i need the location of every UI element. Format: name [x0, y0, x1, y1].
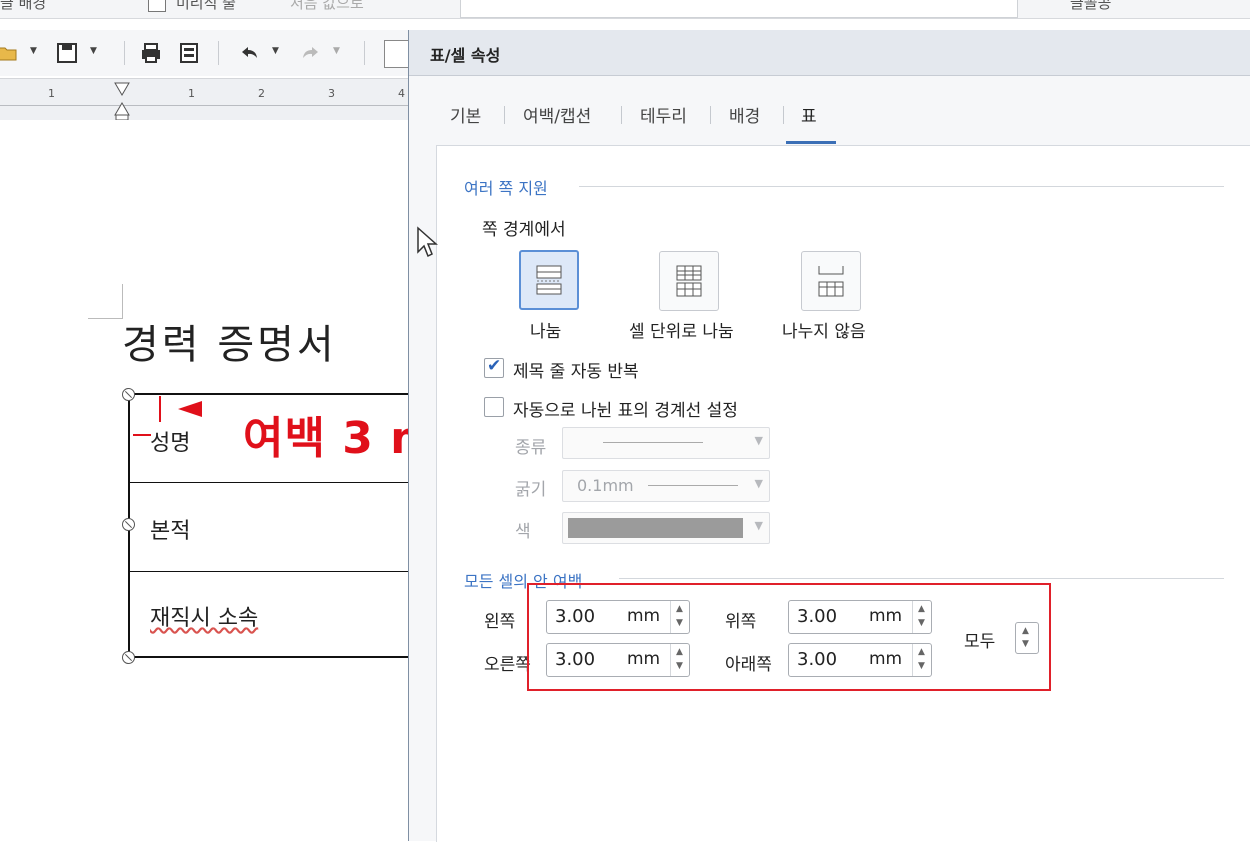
- ruler-tick-label: 4: [398, 87, 405, 100]
- table-row-divider: [128, 482, 410, 483]
- ruler: 1 1 2 3 4: [0, 78, 410, 122]
- table-row-divider: [128, 571, 410, 572]
- main-toolbar: ▼ ▼ ▼ ▼: [0, 30, 410, 76]
- section-divider: [579, 186, 1224, 187]
- preview-icon[interactable]: [178, 42, 200, 64]
- tab-border[interactable]: 테두리: [640, 102, 687, 127]
- undo-icon[interactable]: [238, 42, 260, 64]
- section-title-multipage: 여러 쪽 지원: [464, 179, 548, 198]
- tab-basic[interactable]: 기본: [450, 102, 481, 127]
- margin-left-label: 왼쪽: [484, 612, 516, 632]
- split-option-divide-button[interactable]: [519, 250, 579, 310]
- dialog-tabs: 기본 여백/캡션 테두리 배경 표: [409, 76, 1250, 146]
- ruler-tick-label: 1: [48, 87, 55, 100]
- active-tab-indicator: [786, 141, 836, 144]
- border-color-label: 색: [515, 522, 531, 542]
- margin-indicator-line: [159, 396, 161, 422]
- line-thickness-preview: [648, 485, 738, 486]
- mouse-cursor-icon: [417, 226, 438, 258]
- toolbar-combobox[interactable]: [460, 0, 1018, 18]
- tab-background[interactable]: 배경: [729, 102, 760, 127]
- top-toolbar: 글 배경 미리직 줄 처음 값으로 글꼴공: [0, 0, 1250, 19]
- table-cell-department[interactable]: 재직시 소속: [150, 600, 258, 632]
- indent-marker-icon[interactable]: [113, 81, 131, 121]
- border-type-label: 종류: [515, 438, 547, 458]
- table-split-icon: [536, 265, 562, 295]
- checkbox-icon[interactable]: [148, 0, 166, 12]
- ruler-tick-label: 2: [258, 87, 265, 100]
- table-anchor-icon[interactable]: [122, 651, 135, 664]
- ruler-tick-label: 1: [188, 87, 195, 100]
- ruler-tick-label: 3: [328, 87, 335, 100]
- table-cell-origin[interactable]: 본적: [150, 513, 190, 545]
- table-cell-name[interactable]: 성명: [150, 425, 190, 457]
- split-option-cell-unit-button[interactable]: [659, 251, 719, 311]
- table-border-top: [128, 393, 410, 395]
- tab-table[interactable]: 표: [801, 102, 817, 127]
- ruler-scale: [0, 105, 410, 114]
- split-option-cell-unit-label: 셀 단위로 나눔: [629, 322, 734, 342]
- highlight-box: [527, 583, 1051, 691]
- border-type-select[interactable]: ▼: [562, 427, 770, 459]
- redo-icon[interactable]: [300, 42, 322, 64]
- table-cell-split-icon: [676, 265, 702, 297]
- border-thickness-select[interactable]: 0.1mm ▼: [562, 470, 770, 502]
- split-option-none-button[interactable]: [801, 251, 861, 311]
- toolbar-item-background[interactable]: 글 배경: [0, 0, 46, 13]
- chevron-down-icon[interactable]: ▼: [333, 46, 340, 56]
- chevron-down-icon: ▼: [754, 434, 763, 447]
- repeat-header-label[interactable]: 제목 줄 자동 반복: [513, 357, 639, 382]
- chevron-down-icon[interactable]: ▼: [272, 46, 279, 56]
- align-button[interactable]: [384, 40, 410, 68]
- table-cell-properties-dialog: 표/셀 속성 기본 여백/캡션 테두리 배경 표 여러 쪽 지원 쪽 경계에서 …: [408, 30, 1250, 842]
- tab-separator: [710, 106, 711, 124]
- separator: [124, 41, 125, 65]
- dialog-title: 표/셀 속성: [430, 46, 501, 65]
- document-title[interactable]: 경력 증명서: [122, 312, 337, 370]
- document-canvas[interactable]: [0, 120, 410, 841]
- chevron-down-icon: ▼: [754, 477, 763, 490]
- table-no-split-icon: [818, 266, 844, 297]
- separator: [364, 41, 365, 65]
- split-option-none-label: 나누지 않음: [782, 322, 866, 342]
- table-anchor-icon[interactable]: [122, 518, 135, 531]
- color-swatch: [568, 518, 743, 538]
- dialog-title-bar[interactable]: 표/셀 속성: [409, 30, 1250, 76]
- checkmark-icon: ✔: [487, 356, 502, 376]
- tab-margin-caption[interactable]: 여백/캡션: [523, 102, 591, 127]
- split-option-divide-label: 나눔: [530, 322, 562, 342]
- line-style-preview: [603, 442, 703, 443]
- chevron-down-icon[interactable]: ▼: [30, 46, 37, 56]
- margin-indicator-line: [133, 434, 151, 436]
- chevron-down-icon: ▼: [754, 519, 763, 532]
- border-color-select[interactable]: ▼: [562, 512, 770, 544]
- page-corner-marker: [88, 284, 123, 319]
- tab-separator: [621, 106, 622, 124]
- tab-separator: [504, 106, 505, 124]
- page-boundary-label: 쪽 경계에서: [482, 220, 566, 240]
- print-icon[interactable]: [140, 42, 162, 64]
- border-thickness-value: 0.1mm: [577, 476, 634, 495]
- margin-right-label: 오른쪽: [484, 655, 531, 675]
- separator: [218, 41, 219, 65]
- repeat-header-checkbox[interactable]: ✔: [484, 356, 504, 378]
- auto-border-label[interactable]: 자동으로 나뉜 표의 경계선 설정: [513, 396, 738, 421]
- chevron-down-icon[interactable]: ▼: [90, 46, 97, 56]
- toolbar-item-preview-line[interactable]: 미리직 줄: [176, 0, 236, 13]
- red-arrow-icon: [178, 401, 202, 417]
- table-anchor-icon[interactable]: [122, 388, 135, 401]
- section-divider: [619, 578, 1224, 579]
- save-icon[interactable]: [56, 42, 78, 64]
- tab-separator: [783, 106, 784, 124]
- table-border-bottom: [128, 656, 410, 658]
- open-folder-icon[interactable]: [0, 42, 18, 64]
- toolbar-item-reset[interactable]: 처음 값으로: [290, 0, 364, 13]
- auto-border-checkbox[interactable]: [484, 397, 504, 417]
- border-thickness-label: 굵기: [515, 480, 547, 500]
- toolbar-item-font[interactable]: 글꼴공: [1070, 0, 1111, 13]
